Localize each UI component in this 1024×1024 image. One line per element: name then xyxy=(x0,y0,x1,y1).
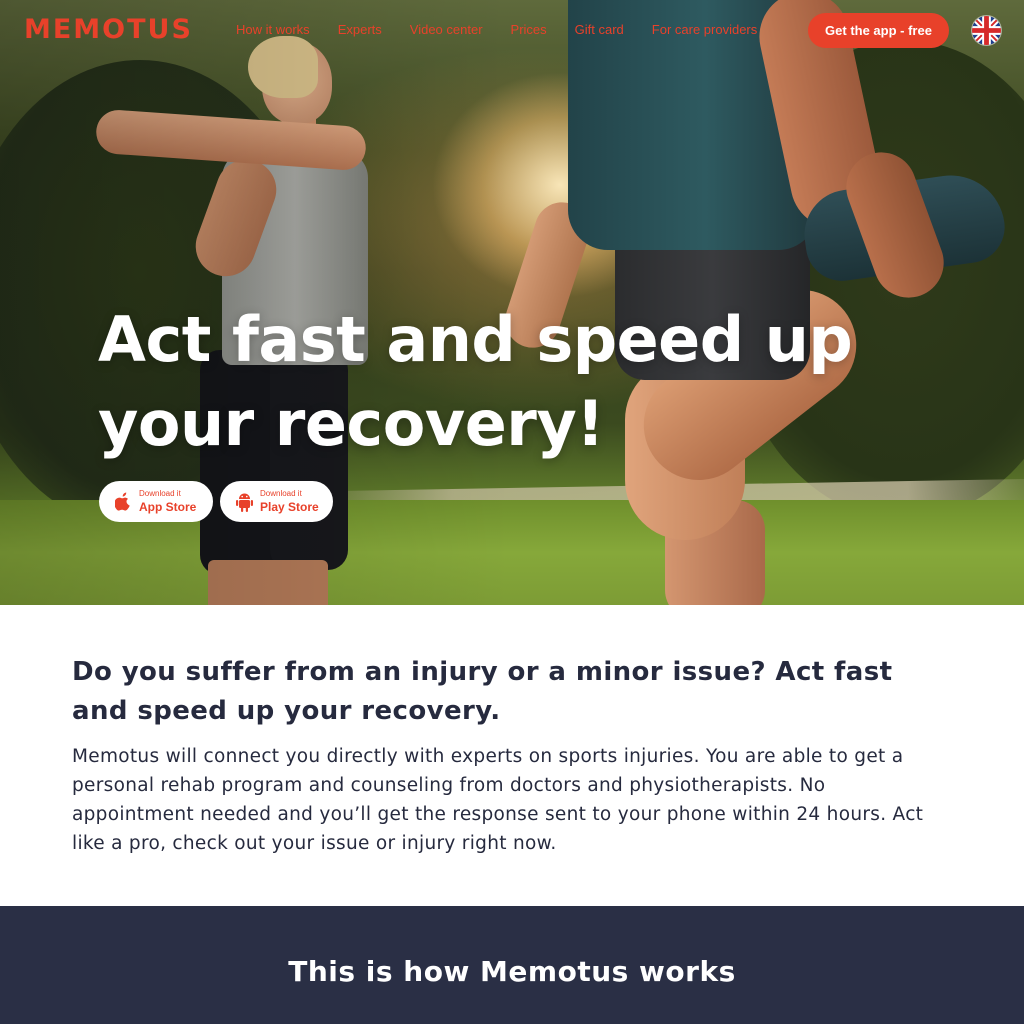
nav-link-gift-card[interactable]: Gift card xyxy=(575,22,624,37)
play-store-button[interactable]: Download it Play Store xyxy=(220,481,333,522)
app-store-small: Download it xyxy=(139,489,181,498)
app-store-button[interactable]: Download it App Store xyxy=(99,481,213,522)
how-it-works-title: This is how Memotus works xyxy=(288,955,736,988)
play-store-big: Play Store xyxy=(260,500,319,514)
app-store-label: Download it App Store xyxy=(139,489,197,514)
nav-link-video-center[interactable]: Video center xyxy=(410,22,483,37)
intro-title: Do you suffer from an injury or a minor … xyxy=(72,657,893,726)
hero-title: Act fast and speed up your recovery! xyxy=(98,298,898,466)
top-nav: MEMOTUS How it works Experts Video cente… xyxy=(0,0,1024,62)
memotus-logo[interactable]: MEMOTUS xyxy=(24,14,193,45)
nav-link-care-providers[interactable]: For care providers xyxy=(652,22,757,37)
play-store-small: Download it xyxy=(260,489,302,498)
nav-link-how-it-works[interactable]: How it works xyxy=(236,22,310,37)
apple-icon xyxy=(113,491,133,513)
android-icon xyxy=(234,491,254,513)
hero-title-line1: Act fast and speed up xyxy=(98,303,853,376)
intro-body: Memotus will connect you directly with e… xyxy=(72,746,924,854)
nav-link-experts[interactable]: Experts xyxy=(338,22,382,37)
hero-title-line2: your recovery! xyxy=(98,387,605,460)
get-app-button[interactable]: Get the app - free xyxy=(808,13,949,48)
app-store-big: App Store xyxy=(139,500,197,514)
play-store-label: Download it Play Store xyxy=(260,489,319,514)
uk-flag-icon[interactable] xyxy=(972,16,1001,45)
nav-links: How it works Experts Video center Prices… xyxy=(236,22,785,37)
nav-link-prices[interactable]: Prices xyxy=(511,22,547,37)
